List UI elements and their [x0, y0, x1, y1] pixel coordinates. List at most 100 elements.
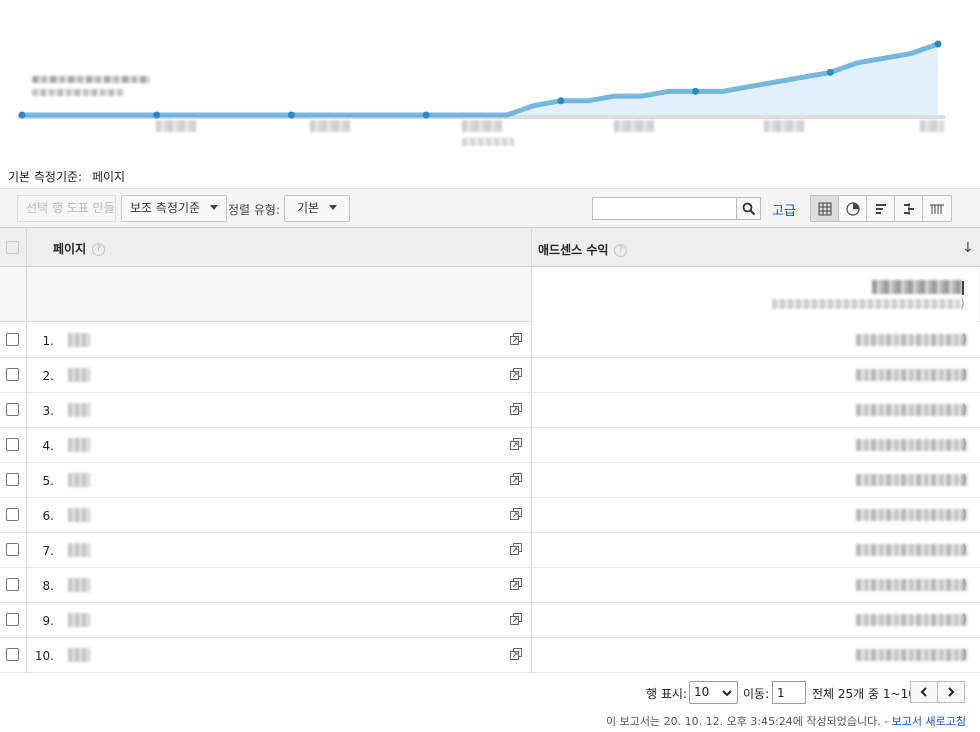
open-link-icon[interactable]: [510, 368, 522, 383]
column-header-revenue-label: 애드센스 수익: [538, 243, 609, 257]
help-icon[interactable]: ?: [92, 243, 106, 256]
table-search-input[interactable]: [592, 197, 737, 220]
x-subtick-redacted: [462, 138, 514, 146]
row-page-redacted[interactable]: [68, 613, 90, 627]
chart-point[interactable]: [287, 111, 295, 119]
help-icon[interactable]: ?: [614, 244, 628, 257]
legend-line-redacted: [32, 89, 124, 96]
x-tick-redacted: [310, 120, 350, 132]
table-view-button[interactable]: [811, 196, 839, 221]
open-link-icon[interactable]: [510, 578, 522, 593]
next-page-button[interactable]: [937, 681, 965, 703]
view-switcher: [810, 195, 952, 222]
previous-page-button[interactable]: [910, 681, 938, 703]
row-revenue-redacted: [856, 334, 968, 346]
x-tick-redacted: [156, 120, 196, 132]
performance-view-button[interactable]: [867, 196, 895, 221]
chart-legend-redacted: [26, 70, 166, 110]
row-checkbox[interactable]: [6, 473, 19, 486]
row-page-redacted[interactable]: [68, 578, 90, 592]
open-link-icon[interactable]: [510, 473, 522, 488]
table-row: 7.): [0, 533, 980, 568]
rows-per-page-value: 10: [694, 685, 710, 699]
column-divider: [531, 498, 532, 533]
row-page-redacted[interactable]: [68, 508, 90, 522]
pivot-view-button[interactable]: [923, 196, 951, 221]
column-header-revenue[interactable]: 애드센스 수익?: [538, 241, 628, 258]
pie-view-button[interactable]: [839, 196, 867, 221]
chart-point[interactable]: [692, 87, 700, 95]
trend-chart: [0, 0, 980, 160]
row-revenue-redacted: [856, 579, 968, 591]
table-row: 2.): [0, 358, 980, 393]
select-all-checkbox[interactable]: [6, 241, 19, 254]
x-tick-redacted: [614, 120, 654, 132]
primary-dimension-value[interactable]: 페이지: [92, 170, 125, 184]
row-revenue-redacted: [856, 649, 968, 661]
goto-page-input[interactable]: 1: [772, 681, 806, 704]
pie-view-icon: [845, 201, 860, 216]
advanced-filter-link[interactable]: 고급: [772, 200, 796, 219]
table-row: 6.): [0, 498, 980, 533]
row-checkbox[interactable]: [6, 543, 19, 556]
search-icon: [742, 202, 755, 215]
column-divider: [26, 393, 27, 428]
column-divider: [26, 428, 27, 463]
row-page-redacted[interactable]: [68, 473, 90, 487]
sort-type-dropdown[interactable]: 기본: [284, 195, 351, 222]
column-divider: [531, 323, 532, 358]
open-link-icon[interactable]: [510, 648, 522, 663]
refresh-report-link[interactable]: 보고서 새로고침: [892, 715, 966, 728]
chart-point[interactable]: [557, 97, 565, 105]
row-revenue-redacted: [856, 369, 968, 381]
row-page-redacted[interactable]: [68, 333, 90, 347]
open-link-icon[interactable]: [510, 403, 522, 418]
sort-descending-icon[interactable]: ↓: [962, 240, 974, 256]
open-link-icon[interactable]: [510, 543, 522, 558]
x-tick-redacted: [462, 120, 502, 132]
secondary-dimension-dropdown[interactable]: 보조 측정기준: [121, 195, 228, 222]
row-checkbox[interactable]: [6, 403, 19, 416]
row-page-redacted[interactable]: [68, 543, 90, 557]
open-link-icon[interactable]: [510, 613, 522, 628]
column-header-page[interactable]: 페이지?: [53, 240, 106, 257]
row-checkbox[interactable]: [6, 613, 19, 626]
row-range-text: 전체 25개 중 1~10: [812, 687, 916, 701]
open-link-icon[interactable]: [510, 438, 522, 453]
column-divider: [26, 323, 27, 358]
search-button[interactable]: [736, 197, 761, 220]
row-revenue-redacted: [856, 509, 968, 521]
row-checkbox[interactable]: [6, 438, 19, 451]
create-chart-button[interactable]: 선택 행 도표 만들기: [17, 195, 116, 222]
rows-per-page-select[interactable]: 10: [689, 681, 738, 704]
chevron-right-icon: [948, 687, 955, 697]
comparison-view-button[interactable]: [895, 196, 923, 221]
table-row: 3.): [0, 393, 980, 428]
row-checkbox[interactable]: [6, 508, 19, 521]
chart-point[interactable]: [153, 111, 161, 119]
row-number: 7.: [42, 544, 54, 558]
row-number: 1.: [42, 334, 54, 348]
row-checkbox[interactable]: [6, 578, 19, 591]
open-link-icon[interactable]: [510, 333, 522, 348]
table-view-icon: [818, 202, 831, 215]
chart-point[interactable]: [422, 111, 430, 119]
row-page-redacted[interactable]: [68, 438, 90, 452]
chart-point[interactable]: [826, 68, 834, 76]
row-page-redacted[interactable]: [68, 368, 90, 382]
chevron-down-icon: [210, 205, 219, 210]
row-checkbox[interactable]: [6, 648, 19, 661]
row-page-redacted[interactable]: [68, 648, 90, 662]
chart-point[interactable]: [18, 111, 26, 119]
row-checkbox[interactable]: [6, 333, 19, 346]
chevron-down-icon: [722, 687, 732, 699]
report-footer: 이 보고서는 20. 10. 12. 오후 3:45:24에 작성되었습니다. …: [606, 713, 966, 729]
legend-line-redacted: [32, 76, 150, 83]
row-page-redacted[interactable]: [68, 403, 90, 417]
row-checkbox[interactable]: [6, 368, 19, 381]
totals-cursor: [962, 281, 964, 295]
column-divider: [26, 358, 27, 393]
chart-point[interactable]: [934, 40, 942, 48]
open-link-icon[interactable]: [510, 508, 522, 523]
primary-dimension-label: 기본 측정기준:: [8, 170, 83, 184]
